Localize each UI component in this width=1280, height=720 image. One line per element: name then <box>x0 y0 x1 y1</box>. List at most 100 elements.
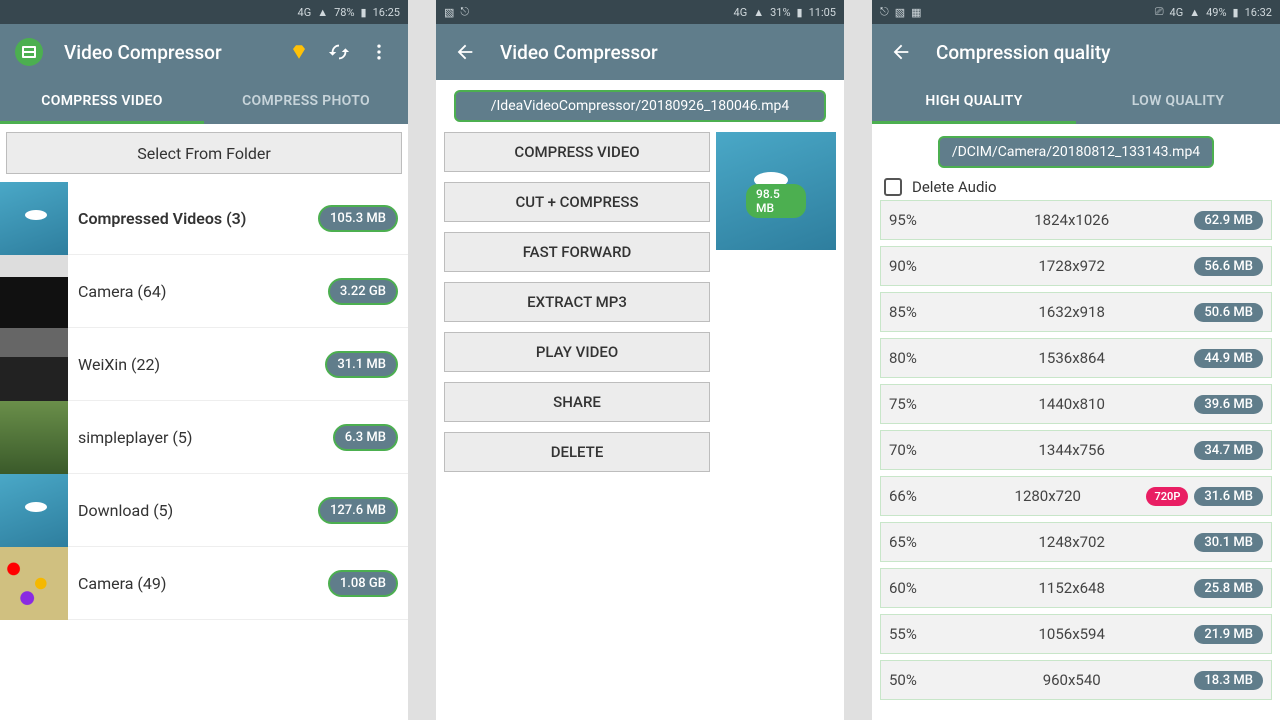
video-actions-content: /IdeaVideoCompressor/20180926_180046.mp4… <box>436 80 844 720</box>
extract-mp3-button[interactable]: EXTRACT MP3 <box>444 282 710 322</box>
quality-size: 62.9 MB <box>1194 211 1263 230</box>
quality-size: 30.1 MB <box>1194 533 1263 552</box>
select-folder-button[interactable]: Select From Folder <box>6 132 402 174</box>
folder-size-badge: 3.22 GB <box>328 278 398 305</box>
back-button[interactable] <box>448 32 482 72</box>
folder-thumb <box>0 328 68 401</box>
quality-percent: 55% <box>889 625 949 643</box>
folder-size-badge: 31.1 MB <box>325 351 398 378</box>
folder-name: WeiXin (22) <box>78 355 325 374</box>
overflow-menu-icon[interactable] <box>362 32 396 72</box>
quality-percent: 65% <box>889 533 949 551</box>
app-title: Video Compressor <box>500 41 832 64</box>
signal-icon: ▲ <box>753 6 764 19</box>
quality-percent: 90% <box>889 257 949 275</box>
quality-resolution: 1632x918 <box>949 303 1194 321</box>
quality-percent: 95% <box>889 211 949 229</box>
folder-item[interactable]: WeiXin (22)31.1 MB <box>0 328 408 401</box>
status-bar: ▧ ⎋ 4G ▲ 31% ▮ 11:05 <box>436 0 844 24</box>
panel-folders: 4G ▲ 78% ▮ 16:25 Video Compressor COMPRE… <box>0 0 408 720</box>
quality-size: 44.9 MB <box>1194 349 1263 368</box>
folder-size-badge: 105.3 MB <box>318 205 398 232</box>
quality-row[interactable]: 65%1248x70230.1 MB <box>880 522 1272 562</box>
quality-row[interactable]: 66%1280x720720P 31.6 MB <box>880 476 1272 516</box>
quality-size: 21.9 MB <box>1194 625 1263 644</box>
quality-size: 18.3 MB <box>1194 671 1263 690</box>
play-video-button[interactable]: PLAY VIDEO <box>444 332 710 372</box>
tab-low-quality[interactable]: LOW QUALITY <box>1076 80 1280 124</box>
video-thumbnail[interactable]: 98.5 MB 1:02 <box>716 132 836 472</box>
battery-text: 78% <box>334 6 354 19</box>
quality-resolution: 1344x756 <box>949 441 1194 459</box>
quality-size: 50.6 MB <box>1194 303 1263 322</box>
quality-row[interactable]: 90%1728x97256.6 MB <box>880 246 1272 286</box>
cut-compress-button[interactable]: CUT + COMPRESS <box>444 182 710 222</box>
folder-name: Compressed Videos (3) <box>78 209 318 228</box>
quality-resolution: 1248x702 <box>949 533 1194 551</box>
folder-name: simpleplayer (5) <box>78 428 333 447</box>
signal-4g-icon: 4G <box>1170 6 1184 19</box>
folder-size-badge: 1.08 GB <box>328 570 398 597</box>
quality-row[interactable]: 55%1056x59421.9 MB <box>880 614 1272 654</box>
tab-compress-video[interactable]: COMPRESS VIDEO <box>0 80 204 124</box>
quality-percent: 75% <box>889 395 949 413</box>
quality-size: 56.6 MB <box>1194 257 1263 276</box>
compress-video-button[interactable]: COMPRESS VIDEO <box>444 132 710 172</box>
quality-content: /DCIM/Camera/20180812_133143.mp4 Delete … <box>872 124 1280 720</box>
battery-icon: ▮ <box>361 6 367 19</box>
tab-high-quality[interactable]: HIGH QUALITY <box>872 80 1076 124</box>
delete-button[interactable]: DELETE <box>444 432 710 472</box>
quality-resolution: 960x540 <box>949 671 1194 689</box>
quality-resolution: 1440x810 <box>949 395 1194 413</box>
app-bar: Video Compressor <box>0 24 408 80</box>
panel-video-actions: ▧ ⎋ 4G ▲ 31% ▮ 11:05 Video Compressor /I… <box>436 0 844 720</box>
folder-name: Camera (49) <box>78 574 328 593</box>
fast-forward-button[interactable]: FAST FORWARD <box>444 232 710 272</box>
checkbox-icon <box>884 178 902 196</box>
app-icon: ▦ <box>911 6 921 19</box>
signal-icon: ▲ <box>317 6 328 19</box>
battery-icon: ▮ <box>797 6 803 19</box>
app-logo-icon <box>12 35 46 69</box>
folder-item[interactable]: Camera (64)3.22 GB <box>0 255 408 328</box>
quality-row[interactable]: 80%1536x86444.9 MB <box>880 338 1272 378</box>
folder-item[interactable]: Compressed Videos (3)105.3 MB <box>0 182 408 255</box>
quality-percent: 66% <box>889 487 949 505</box>
quality-size: 31.6 MB <box>1194 487 1263 506</box>
folder-name: Download (5) <box>78 501 318 520</box>
signal-4g-icon: 4G <box>734 6 748 19</box>
folder-thumb <box>0 255 68 328</box>
delete-audio-checkbox[interactable]: Delete Audio <box>872 174 1280 200</box>
quality-resolution: 1152x648 <box>949 579 1194 597</box>
quality-row[interactable]: 85%1632x91850.6 MB <box>880 292 1272 332</box>
status-bar: ⎋ ▧ ▦ ⎚ 4G ▲ 49% ▮ 16:32 <box>872 0 1280 24</box>
quality-resolution: 1536x864 <box>949 349 1194 367</box>
folder-thumb <box>0 547 68 620</box>
quality-row[interactable]: 75%1440x81039.6 MB <box>880 384 1272 424</box>
status-time: 16:32 <box>1245 6 1272 19</box>
usb-icon: ⎋ <box>460 5 469 19</box>
quality-row[interactable]: 70%1344x75634.7 MB <box>880 430 1272 470</box>
premium-diamond-icon[interactable] <box>282 32 316 72</box>
quality-percent: 60% <box>889 579 949 597</box>
quality-row[interactable]: 95%1824x102662.9 MB <box>880 200 1272 240</box>
quality-row[interactable]: 50%960x54018.3 MB <box>880 660 1272 700</box>
folder-item[interactable]: Download (5)127.6 MB <box>0 474 408 547</box>
share-button[interactable]: SHARE <box>444 382 710 422</box>
quality-resolution: 1824x1026 <box>949 211 1194 229</box>
folder-item[interactable]: Camera (49)1.08 GB <box>0 547 408 620</box>
resolution-badge: 720P <box>1146 487 1188 506</box>
folder-item[interactable]: simpleplayer (5)6.3 MB <box>0 401 408 474</box>
folder-thumb <box>0 474 68 547</box>
sd-icon: ▧ <box>444 6 454 19</box>
quality-row[interactable]: 60%1152x64825.8 MB <box>880 568 1272 608</box>
video-size-badge: 98.5 MB <box>746 184 806 218</box>
folder-size-badge: 127.6 MB <box>318 497 398 524</box>
quality-resolution: 1280x720 <box>949 487 1146 505</box>
back-button[interactable] <box>884 32 918 72</box>
signal-4g-icon: 4G <box>298 6 312 19</box>
battery-icon: ▮ <box>1233 6 1239 19</box>
delete-audio-label: Delete Audio <box>912 178 997 196</box>
tab-compress-photo[interactable]: COMPRESS PHOTO <box>204 80 408 124</box>
convert-icon[interactable] <box>322 32 356 72</box>
